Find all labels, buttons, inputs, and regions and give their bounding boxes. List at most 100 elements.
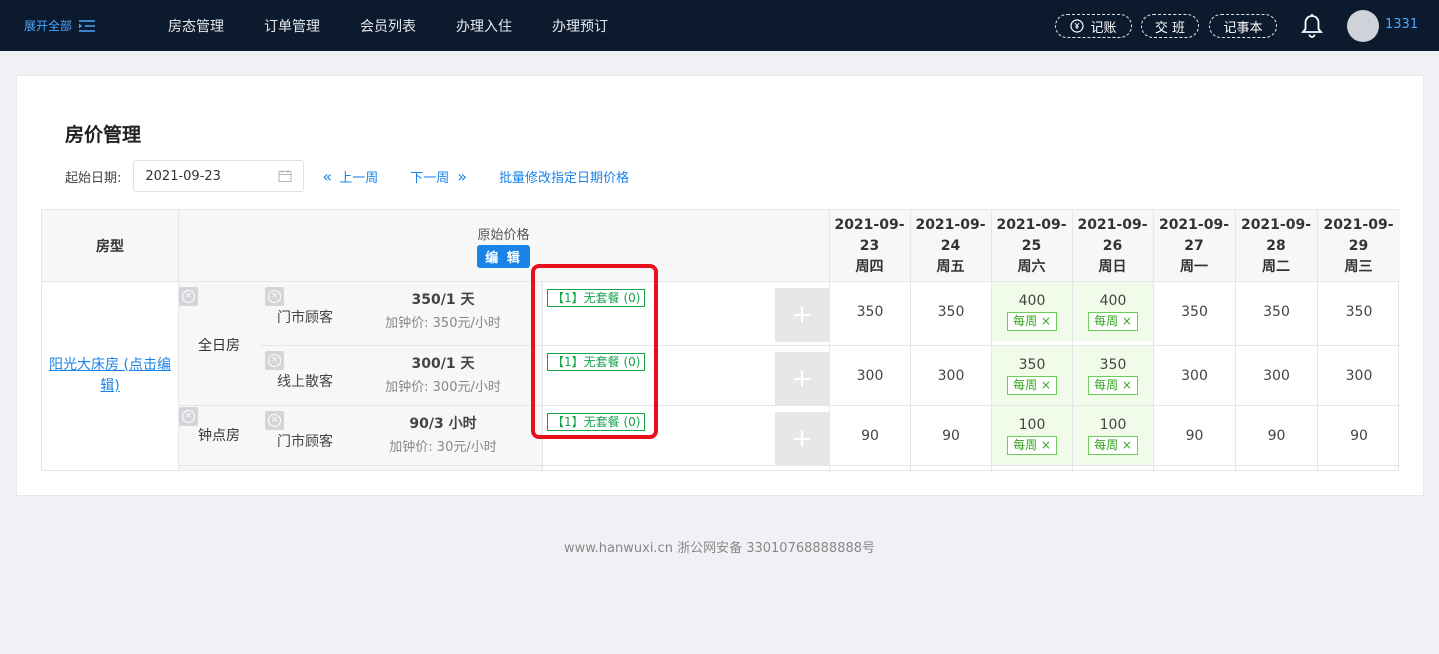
- nav-room-status[interactable]: 房态管理: [168, 16, 224, 36]
- daily-price-cell[interactable]: 300: [911, 346, 991, 405]
- date-header: 2021-09- 26 周日: [1072, 210, 1153, 282]
- daily-price-cell[interactable]: 350: [1318, 282, 1400, 341]
- daily-price-cell[interactable]: 100 每周 ×: [1073, 406, 1153, 465]
- package-tag[interactable]: 【1】无套餐 (0): [547, 289, 646, 307]
- daily-price-cell[interactable]: 400 每周 ×: [992, 282, 1072, 341]
- date-header-year: 2021-09-: [915, 216, 986, 233]
- daily-price-cell[interactable]: 300: [1318, 346, 1400, 405]
- daily-price: 300: [937, 367, 965, 384]
- nav-reservation[interactable]: 办理预订: [552, 16, 608, 36]
- date-header-weekday: 周三: [1344, 258, 1373, 275]
- daily-price: 90: [861, 427, 879, 444]
- daily-price: 90: [942, 427, 960, 444]
- daily-price-cell[interactable]: 350: [1236, 282, 1317, 341]
- room-name-cell: 阳光大床房 (点击编 辑): [42, 282, 178, 470]
- daily-price: 90: [1267, 427, 1286, 444]
- date-header-year: 2021-09-: [1240, 216, 1312, 233]
- daily-price-cell[interactable]: 90: [1318, 406, 1400, 465]
- delete-type-icon[interactable]: ×: [179, 287, 198, 306]
- price-table: 房型 原始价格 编 辑 2021-09- 23 周四 2021-09- 24 周五…: [41, 209, 1400, 472]
- daily-price: 350: [1018, 356, 1046, 373]
- daily-price-cell[interactable]: 350 每周 ×: [992, 346, 1072, 405]
- daily-price: 350: [937, 303, 965, 320]
- daily-price: 100: [1018, 416, 1046, 433]
- nav-checkin[interactable]: 办理入住: [456, 16, 512, 36]
- date-header: 2021-09- 29 周三: [1317, 210, 1400, 282]
- daily-price: 350: [1263, 303, 1290, 320]
- daily-price-cell[interactable]: 350: [1154, 282, 1235, 341]
- date-header: 2021-09- 25 周六: [991, 210, 1072, 282]
- daily-price-cell[interactable]: 90: [1154, 406, 1235, 465]
- date-header-weekday: 周一: [1180, 258, 1208, 275]
- daily-price-cell[interactable]: 350: [830, 282, 910, 341]
- nav-members[interactable]: 会员列表: [360, 16, 416, 36]
- daily-price-cell[interactable]: 90: [911, 406, 991, 465]
- daily-price-cell[interactable]: 100 每周 ×: [992, 406, 1072, 465]
- prev-week-button[interactable]: « 上一周: [322, 167, 378, 186]
- extra-hour-price: 加钟价: 30元/小时: [389, 440, 497, 455]
- add-package-button[interactable]: +: [775, 288, 829, 342]
- date-header: 2021-09- 23 周四: [829, 210, 910, 282]
- date-header-day: 28: [1266, 237, 1286, 254]
- avatar[interactable]: [1347, 10, 1379, 42]
- daily-price: 300: [856, 367, 884, 384]
- plus-icon: +: [791, 424, 813, 454]
- room-name-link[interactable]: 阳光大床房 (点击编 辑): [49, 355, 171, 397]
- nav-orders[interactable]: 订单管理: [264, 16, 320, 36]
- start-date-input[interactable]: 2021-09-23: [133, 160, 305, 192]
- date-header-year: 2021-09-: [1077, 216, 1148, 233]
- account-button[interactable]: 记账: [1055, 14, 1132, 38]
- original-price-cell: 90/3 小时 加钟价: 30元/小时: [360, 411, 526, 461]
- weekly-rule-tag[interactable]: 每周 ×: [1088, 311, 1138, 331]
- double-chevron-right-icon: »: [457, 166, 468, 186]
- daily-price-cell[interactable]: 90: [830, 406, 910, 465]
- daily-price: 300: [1263, 367, 1290, 384]
- weekly-rule-tag[interactable]: 每周 ×: [1088, 435, 1138, 455]
- notes-button[interactable]: 记事本: [1209, 14, 1277, 38]
- date-header: 2021-09- 24 周五: [910, 210, 991, 282]
- daily-price-cell[interactable]: 350 每周 ×: [1073, 346, 1153, 405]
- prev-week-label: 上一周: [339, 170, 379, 186]
- edit-button[interactable]: 编 辑: [477, 245, 530, 268]
- batch-edit-price-link[interactable]: 批量修改指定日期价格: [499, 167, 629, 186]
- daily-price: 400: [1018, 292, 1046, 309]
- date-header-day: 26: [1102, 237, 1123, 254]
- weekly-rule-tag[interactable]: 每周 ×: [1007, 375, 1057, 395]
- daily-price-cell[interactable]: 300: [1154, 346, 1235, 405]
- shift-button[interactable]: 交 班: [1141, 14, 1199, 38]
- date-header: 2021-09- 27 周一: [1153, 210, 1235, 282]
- room-name-line2: 辑): [100, 378, 120, 394]
- weekly-rule-tag[interactable]: 每周 ×: [1007, 435, 1057, 455]
- daily-price-cell[interactable]: 300: [1236, 346, 1317, 405]
- add-package-button[interactable]: +: [775, 352, 829, 406]
- daily-price-cell[interactable]: 90: [1236, 406, 1317, 465]
- next-week-button[interactable]: 下一周 »: [410, 167, 467, 186]
- daily-price-cell[interactable]: 400 每周 ×: [1073, 282, 1153, 341]
- footer-text: www.hanwuxi.cn 浙公网安备 33010768888888号: [563, 541, 876, 556]
- add-package-button[interactable]: +: [775, 412, 829, 466]
- plus-icon: +: [791, 364, 813, 394]
- room-name-line1: 阳光大床房 (点击编: [49, 357, 171, 373]
- base-price: 350/1 天: [411, 292, 475, 308]
- daily-price-cell[interactable]: 300: [830, 346, 910, 405]
- date-header-day: 23: [859, 237, 880, 254]
- daily-price-cell[interactable]: 350: [911, 282, 991, 341]
- date-header-weekday: 周日: [1098, 258, 1127, 275]
- expand-all-button[interactable]: 展开全部: [24, 17, 96, 34]
- date-header-day: 29: [1348, 237, 1369, 254]
- bell-icon[interactable]: [1300, 13, 1324, 43]
- account-label: 记账: [1090, 20, 1117, 36]
- date-header-year: 2021-09-: [996, 216, 1067, 233]
- type-hourly: 钟点房: [198, 428, 240, 444]
- customer-type: 线上散客: [277, 374, 333, 390]
- base-price: 300/1 天: [411, 356, 475, 372]
- weekly-rule-tag[interactable]: 每周 ×: [1088, 375, 1138, 395]
- username[interactable]: 1331: [1385, 17, 1418, 32]
- weekly-rule-tag[interactable]: 每周 ×: [1007, 311, 1057, 331]
- menu-indent-icon: [79, 19, 96, 32]
- date-header-day: 25: [1021, 237, 1042, 254]
- package-tag[interactable]: 【1】无套餐 (0): [547, 413, 646, 431]
- package-tag[interactable]: 【1】无套餐 (0): [547, 353, 646, 371]
- original-price-cell: 350/1 天 加钟价: 350元/小时: [360, 287, 526, 337]
- main-nav: 房态管理 订单管理 会员列表 办理入住 办理预订: [168, 0, 648, 51]
